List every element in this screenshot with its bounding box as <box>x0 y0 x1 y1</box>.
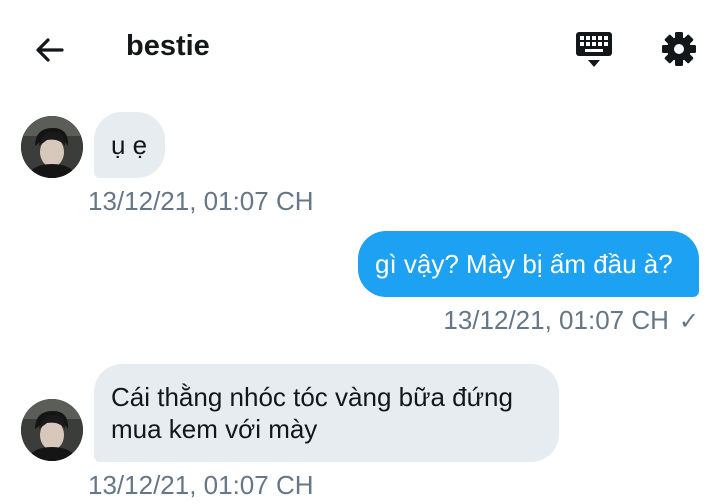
message-status-row: 13/12/21, 01:07 CH ✓ <box>443 305 699 336</box>
conversation-header: bestie <box>0 0 720 96</box>
message-bubble[interactable]: ụ ẹ <box>94 112 165 178</box>
settings-button[interactable] <box>659 29 699 69</box>
message-timestamp: 13/12/21, 01:07 CH <box>88 186 314 216</box>
arrow-left-icon <box>36 38 64 62</box>
message-bubble[interactable]: gì vậy? Mày bị ấm đầu à? <box>358 231 699 297</box>
message-timestamp: 13/12/21, 01:07 CH <box>88 470 314 500</box>
gear-icon <box>662 32 696 66</box>
user-photo-icon <box>21 116 83 178</box>
back-button[interactable] <box>30 30 70 70</box>
avatar[interactable] <box>21 399 83 461</box>
keyboard-icon <box>576 32 612 67</box>
keyboard-button[interactable] <box>574 30 614 70</box>
message-text-line: mua kem với mày <box>111 414 318 444</box>
conversation-title: bestie <box>126 30 210 62</box>
checkmark-icon: ✓ <box>678 308 699 335</box>
avatar[interactable] <box>21 116 83 178</box>
message-bubble[interactable]: Cái thằng nhóc tóc vàng bữa đứng mua kem… <box>94 364 559 462</box>
message-text: ụ ẹ <box>111 130 148 160</box>
user-photo-icon <box>21 399 83 461</box>
message-text-line: Cái thằng nhóc tóc vàng bữa đứng <box>111 382 513 412</box>
message-text: gì vậy? Mày bị ấm đầu à? <box>375 249 673 279</box>
message-timestamp: 13/12/21, 01:07 CH <box>443 305 669 335</box>
